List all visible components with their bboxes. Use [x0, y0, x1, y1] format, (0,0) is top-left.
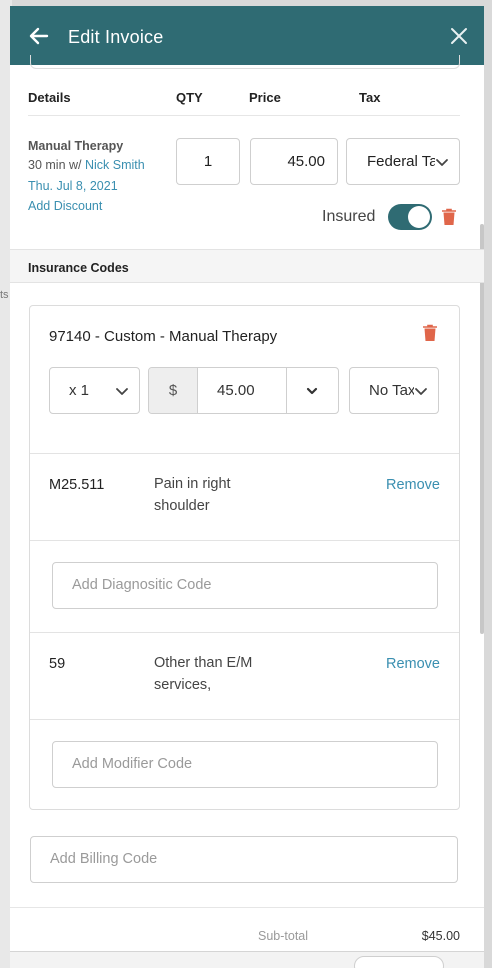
item-duration: 30 min w/ Nick Smith: [28, 158, 145, 172]
code-tax-select[interactable]: No Tax: [349, 367, 439, 414]
currency-addon: $: [149, 368, 198, 413]
subtotal-label: Sub-total: [258, 929, 309, 943]
toggle-knob: [408, 206, 430, 228]
price-group-divider: [286, 368, 287, 413]
units-select[interactable]: x 1: [49, 367, 140, 414]
diagnostic-placeholder: Add Diagnositic Code: [72, 577, 212, 593]
item-name: Manual Therapy: [28, 139, 124, 153]
diagnostic-description: Pain in right shoulder: [154, 476, 231, 514]
remove-modifier-link[interactable]: Remove: [386, 656, 440, 672]
card-divider: [30, 540, 459, 541]
bottom-action-button[interactable]: [354, 956, 444, 968]
page-title: Edit Invoice: [68, 27, 164, 47]
billing-code-input[interactable]: Add Billing Code: [30, 836, 458, 883]
totals-divider: [10, 907, 484, 908]
item-date-link[interactable]: Thu. Jul 8, 2021: [28, 179, 118, 193]
chevron-down-icon[interactable]: [305, 384, 319, 398]
trash-icon[interactable]: [422, 324, 438, 342]
code-price-input[interactable]: 45.00: [217, 368, 255, 413]
edit-invoice-panel: Edit Invoice Details QTY Price Tax Manua…: [10, 6, 484, 968]
scrollbar[interactable]: [480, 224, 484, 634]
chevron-down-icon: [435, 155, 449, 169]
insurance-codes-section: Insurance Codes: [10, 249, 484, 283]
code-tax-value: No Tax: [369, 382, 416, 399]
close-icon[interactable]: [448, 25, 470, 47]
tax-select-value: Federal Tax: [367, 153, 446, 170]
chevron-down-icon: [414, 384, 428, 398]
insurance-code-title: 97140 - Custom - Manual Therapy: [49, 328, 278, 345]
modifier-placeholder: Add Modifier Code: [72, 756, 193, 772]
tax-select[interactable]: Federal Tax: [346, 138, 460, 185]
arrow-left-icon[interactable]: [27, 24, 51, 48]
diagnostic-code: M25.511: [49, 477, 105, 493]
card-divider: [30, 453, 459, 454]
bottom-action-bar: [10, 951, 484, 968]
subtotal-value: $45.00: [421, 929, 460, 943]
code-price-group: $ 45.00: [148, 367, 339, 414]
panel-content: Details QTY Price Tax Manual Therapy 30 …: [10, 55, 484, 968]
header-divider: [28, 115, 460, 116]
diagnostic-code-input[interactable]: Add Diagnositic Code: [52, 562, 438, 609]
chevron-down-icon: [116, 388, 128, 395]
qty-input[interactable]: 1: [176, 138, 240, 185]
modifier-code-input[interactable]: Add Modifier Code: [52, 741, 438, 788]
duration-text: 30 min w/: [28, 158, 85, 172]
modifier-description: Other than E/M services,: [154, 655, 253, 693]
remove-diagnostic-link[interactable]: Remove: [386, 477, 440, 493]
header-price: Price: [249, 90, 281, 105]
insured-label: Insured: [322, 208, 376, 225]
header-details: Details: [28, 90, 71, 105]
price-input[interactable]: 45.00: [250, 138, 338, 185]
header-qty: QTY: [176, 90, 203, 105]
units-value: x 1: [69, 382, 90, 399]
trash-icon[interactable]: [441, 208, 457, 226]
insurance-code-card: 97140 - Custom - Manual Therapy x 1 $ 45…: [29, 305, 460, 810]
provider-link[interactable]: Nick Smith: [85, 158, 145, 172]
billing-placeholder: Add Billing Code: [50, 851, 158, 867]
modifier-code: 59: [49, 656, 66, 672]
card-divider: [30, 632, 459, 633]
header-tax: Tax: [359, 90, 381, 105]
background-text-fragment: ts: [0, 289, 9, 301]
card-divider: [30, 719, 459, 720]
add-discount-link[interactable]: Add Discount: [28, 199, 102, 213]
previous-card-edge: [30, 55, 460, 69]
section-title: Insurance Codes: [28, 261, 129, 275]
insured-toggle[interactable]: [388, 204, 432, 230]
